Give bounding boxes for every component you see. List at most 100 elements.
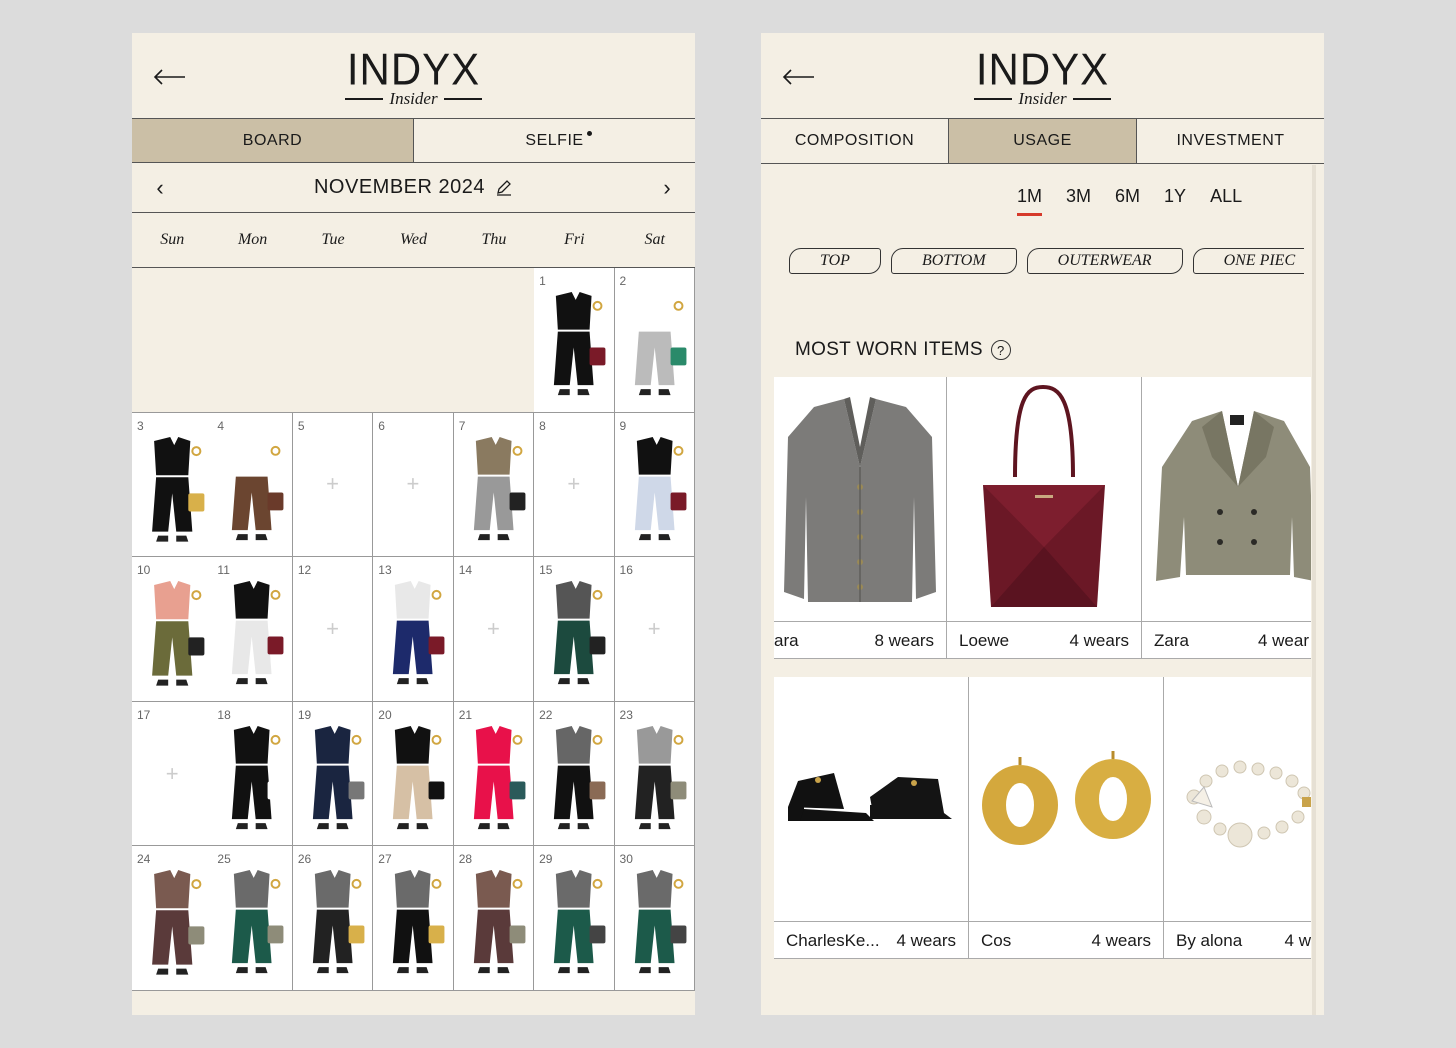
- calendar-day[interactable]: 17 +: [132, 701, 213, 847]
- item-wears: 4 wears: [1091, 930, 1151, 950]
- weekday-label: Sun: [160, 231, 185, 248]
- calendar-day[interactable]: 24: [132, 846, 213, 991]
- item-meta: Cos 4 wears: [969, 921, 1163, 958]
- calendar-day[interactable]: 2: [614, 268, 695, 413]
- tab-selfie[interactable]: SELFIE: [413, 119, 695, 162]
- tab-board[interactable]: BOARD: [132, 119, 413, 162]
- back-arrow-icon[interactable]: [152, 67, 186, 87]
- range-1y[interactable]: 1Y: [1164, 186, 1186, 216]
- calendar-day[interactable]: 29: [534, 846, 615, 991]
- outfit-thumbnail: [152, 436, 205, 542]
- add-outfit-icon[interactable]: +: [166, 761, 179, 787]
- calendar-day[interactable]: 25: [212, 846, 293, 991]
- outfit-thumbnail: [312, 725, 365, 829]
- month-title: NOVEMBER 2024: [313, 176, 485, 198]
- day-number: 16: [619, 563, 633, 578]
- calendar-day[interactable]: 8 +: [534, 412, 615, 558]
- outfit-thumbnail: [553, 870, 606, 974]
- calendar-day[interactable]: 28: [453, 846, 535, 991]
- outfit-thumbnail: [232, 581, 284, 685]
- coat-image: [1156, 411, 1311, 581]
- cardigan-image: [784, 397, 936, 602]
- logo-wordmark: INDYX: [346, 44, 481, 95]
- filter-bottom[interactable]: BOTTOM: [890, 248, 1017, 274]
- calendar-day[interactable]: 9: [614, 412, 695, 558]
- filter-one-piece[interactable]: ONE PIEC: [1192, 248, 1304, 274]
- weekday-label: Tue: [321, 231, 345, 248]
- add-outfit-icon[interactable]: +: [648, 616, 661, 642]
- calendar-day[interactable]: 16 +: [614, 557, 695, 702]
- calendar-day[interactable]: 22: [534, 701, 615, 847]
- help-icon[interactable]: ?: [990, 340, 1011, 360]
- calendar-day[interactable]: 10: [132, 557, 213, 702]
- usage-screen: INDYX Insider COMPOSITION USAGE INVESTME…: [761, 33, 1324, 1015]
- filter-top[interactable]: TOP: [789, 248, 881, 274]
- prev-month-icon[interactable]: ‹: [150, 175, 170, 201]
- next-month-icon[interactable]: ›: [657, 175, 677, 201]
- weekday-label: Wed: [400, 231, 427, 248]
- calendar-day[interactable]: 18: [212, 701, 293, 847]
- item-wears: 4 wears: [896, 930, 956, 950]
- time-range-selector: 1M 3M 6M 1Y ALL: [1017, 186, 1242, 216]
- item-wears: 4 wears: [1069, 630, 1129, 650]
- item-meta: CharlesKe... 4 wears: [774, 921, 968, 958]
- add-outfit-icon[interactable]: +: [326, 471, 339, 497]
- calendar-day[interactable]: 15: [534, 557, 615, 702]
- edit-pencil-icon[interactable]: [495, 179, 513, 197]
- calendar-day[interactable]: 30: [614, 846, 695, 991]
- calendar-day[interactable]: 6 +: [373, 412, 454, 558]
- item-card-sandals[interactable]: CharlesKe... 4 wears: [774, 677, 969, 958]
- range-6m[interactable]: 6M: [1115, 186, 1140, 216]
- item-brand: ara: [774, 630, 799, 650]
- weekday-header: Sun Mon Tue Wed Thu Fri Sat: [132, 213, 695, 268]
- calendar-day[interactable]: 19: [292, 701, 374, 847]
- calendar-day[interactable]: 4: [212, 412, 293, 558]
- add-outfit-icon[interactable]: +: [567, 471, 580, 497]
- scrollbar[interactable]: [1312, 165, 1316, 1015]
- outfit-thumbnail: [473, 870, 526, 974]
- item-meta: Zara 4 wear: [1142, 621, 1311, 658]
- item-card-coat[interactable]: Zara 4 wear: [1142, 377, 1311, 658]
- category-filters: TOP BOTTOM OUTERWEAR ONE PIEC: [789, 248, 1304, 274]
- tab-usage[interactable]: USAGE: [948, 119, 1136, 163]
- outfit-thumbnail: [152, 870, 205, 976]
- outfit-thumbnail: [393, 870, 445, 974]
- tote-bag-image: [983, 384, 1105, 607]
- add-outfit-icon[interactable]: +: [326, 616, 339, 642]
- day-number: 17: [137, 707, 151, 722]
- calendar-day[interactable]: 7: [453, 412, 535, 558]
- tab-composition[interactable]: COMPOSITION: [761, 119, 948, 163]
- add-outfit-icon[interactable]: +: [487, 616, 500, 642]
- calendar-day[interactable]: 20: [373, 701, 454, 847]
- item-card-bracelet[interactable]: By alona 4 w: [1164, 677, 1311, 958]
- item-brand: By alona: [1176, 930, 1243, 950]
- item-wears: 4 wear: [1257, 630, 1309, 650]
- calendar-day[interactable]: 13: [373, 557, 454, 702]
- calendar-day[interactable]: 12 +: [292, 557, 374, 702]
- outfit-thumbnail: [152, 581, 205, 686]
- calendar-day[interactable]: 1: [534, 268, 615, 413]
- calendar-day[interactable]: 23: [614, 701, 695, 847]
- month-navigator: ‹ NOVEMBER 2024 ›: [132, 163, 695, 213]
- filter-outerwear[interactable]: OUTERWEAR: [1026, 248, 1183, 274]
- calendar-day[interactable]: 21: [453, 701, 535, 847]
- most-worn-heading: MOST WORN ITEMS ?: [795, 339, 1011, 361]
- outfit-thumbnail: [232, 436, 284, 540]
- range-all[interactable]: ALL: [1210, 186, 1242, 216]
- calendar-day[interactable]: 14 +: [453, 557, 535, 702]
- range-1m[interactable]: 1M: [1017, 186, 1043, 216]
- add-outfit-icon[interactable]: +: [407, 471, 420, 497]
- calendar-day[interactable]: 11: [212, 557, 293, 702]
- outfit-thumbnail: [634, 436, 686, 540]
- item-card-cardigan[interactable]: ara 8 wears: [774, 377, 947, 658]
- pearl-bracelet-image: [1186, 760, 1311, 848]
- calendar-day[interactable]: 3: [132, 412, 213, 558]
- calendar-day[interactable]: 27: [373, 846, 454, 991]
- item-card-earrings[interactable]: Cos 4 wears: [969, 677, 1164, 958]
- tab-investment[interactable]: INVESTMENT: [1136, 119, 1324, 163]
- calendar-day[interactable]: 26: [292, 846, 374, 991]
- item-card-tote[interactable]: Loewe 4 wears: [947, 377, 1142, 658]
- range-3m[interactable]: 3M: [1066, 186, 1091, 216]
- back-arrow-icon[interactable]: [781, 67, 815, 87]
- calendar-day[interactable]: 5 +: [292, 412, 374, 558]
